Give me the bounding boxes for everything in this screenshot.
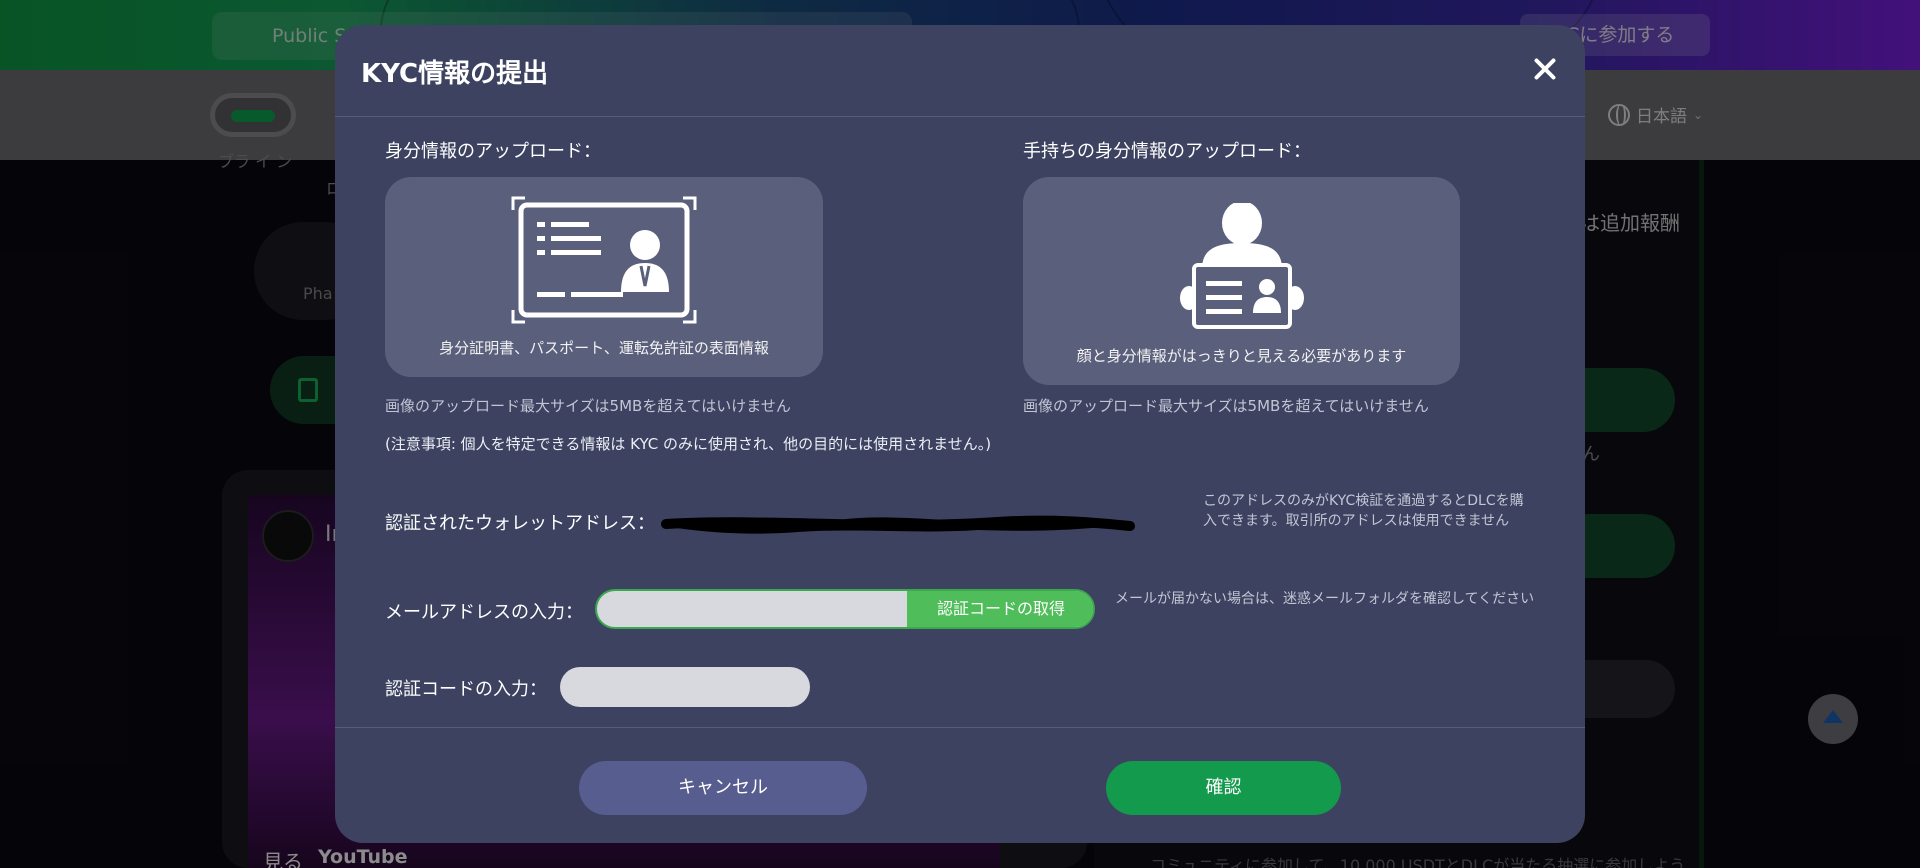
code-label: 認証コードの入力： xyxy=(385,679,547,700)
cancel-button[interactable]: キャンセル xyxy=(579,761,867,815)
email-input-group: 認証コードの取得 xyxy=(595,589,1095,629)
close-icon[interactable] xyxy=(1533,57,1557,81)
kyc-modal: KYC情報の提出 身分情報のアップロード： 身分証明書、パスポート、運転免許証の… xyxy=(335,25,1585,843)
id-upload-label: 身分情報のアップロード： xyxy=(385,141,601,162)
wallet-address-redaction xyxy=(661,515,1135,534)
verification-code-input[interactable] xyxy=(560,667,810,707)
privacy-note: (注意事項: 個人を特定できる情報は KYC のみに使用され、他の目的には使用さ… xyxy=(385,435,992,453)
email-note: メールが届かない場合は、迷惑メールフォルダを確認してください xyxy=(1115,591,1535,607)
wallet-note: このアドレスのみがKYC検証を通過するとDLCを購入できます。取引所のアドレスは… xyxy=(1203,493,1524,529)
modal-header: KYC情報の提出 xyxy=(335,25,1585,117)
id-upload-caption: 身分証明書、パスポート、運転免許証の表面情報 xyxy=(439,339,769,357)
confirm-button[interactable]: 確認 xyxy=(1106,761,1341,815)
wallet-label: 認証されたウォレットアドレス： xyxy=(385,513,655,534)
email-input[interactable] xyxy=(597,591,907,627)
id-card-icon xyxy=(511,196,697,324)
modal-title: KYC情報の提出 xyxy=(361,59,549,89)
modal-footer: キャンセル 確認 xyxy=(335,727,1585,843)
id-upload-hint: 画像のアップロード最大サイズは5MBを超えてはいけません xyxy=(385,397,791,415)
person-holding-id-icon xyxy=(1180,203,1304,329)
handheld-upload-hint: 画像のアップロード最大サイズは5MBを超えてはいけません xyxy=(1023,397,1429,415)
handheld-upload-label: 手持ちの身分情報のアップロード： xyxy=(1023,141,1311,162)
handheld-upload-box[interactable]: 顔と身分情報がはっきりと見える必要があります xyxy=(1023,177,1460,385)
email-label: メールアドレスの入力： xyxy=(385,602,583,623)
id-upload-box[interactable]: 身分証明書、パスポート、運転免許証の表面情報 xyxy=(385,177,823,377)
handheld-upload-caption: 顔と身分情報がはっきりと見える必要があります xyxy=(1076,347,1407,365)
get-code-button[interactable]: 認証コードの取得 xyxy=(907,591,1093,627)
